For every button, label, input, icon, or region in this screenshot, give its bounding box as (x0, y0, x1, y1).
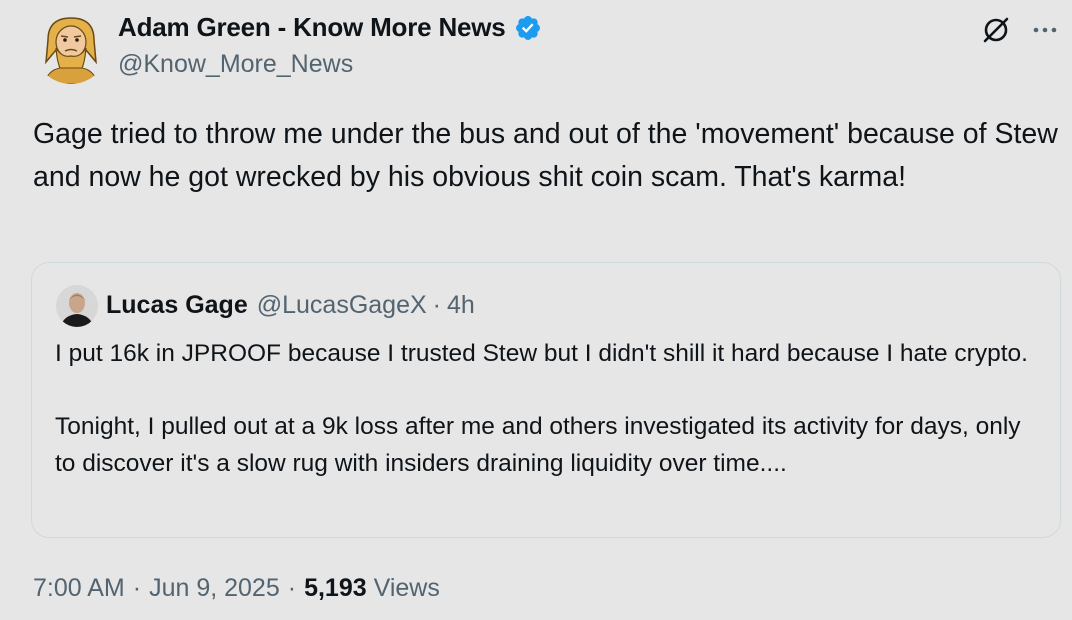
quoted-text: I put 16k in JPROOF because I trusted St… (55, 340, 1028, 477)
views-count[interactable]: 5,193 (304, 574, 367, 603)
author-handle[interactable]: @Know_More_News (118, 50, 353, 79)
author-avatar-image (43, 17, 99, 84)
views-label[interactable]: Views (374, 574, 440, 603)
author-name[interactable]: Adam Green - Know More News (118, 12, 506, 43)
quoted-timestamp[interactable]: 4h (447, 291, 475, 320)
quoted-header: Lucas Gage @LucasGageX · 4h (106, 291, 475, 320)
author-name-row: Adam Green - Know More News (118, 12, 542, 43)
author-avatar[interactable] (34, 10, 108, 84)
grok-icon[interactable] (980, 14, 1012, 46)
quoted-tweet[interactable]: Lucas Gage @LucasGageX · 4h I put 16k in… (31, 262, 1061, 538)
meta-separator: · (287, 574, 297, 602)
tweet-text: Gage tried to throw me under the bus and… (33, 118, 1066, 193)
quoted-author-avatar[interactable] (56, 285, 98, 327)
meta-separator: · (132, 574, 142, 602)
quoted-author-name[interactable]: Lucas Gage (106, 291, 248, 320)
tweet-time[interactable]: 7:00 AM (33, 574, 125, 603)
more-icon[interactable] (1030, 18, 1060, 42)
tweet-date[interactable]: Jun 9, 2025 (149, 574, 280, 603)
verified-badge-icon[interactable] (514, 14, 542, 42)
quoted-separator: · (432, 291, 441, 319)
tweet-meta: 7:00 AM · Jun 9, 2025 · 5,193 Views (33, 574, 440, 603)
quoted-author-handle[interactable]: @LucasGageX (257, 291, 427, 320)
quoted-author-avatar-image (56, 285, 98, 327)
tweet: Adam Green - Know More News @Know_More_N… (0, 0, 1072, 620)
